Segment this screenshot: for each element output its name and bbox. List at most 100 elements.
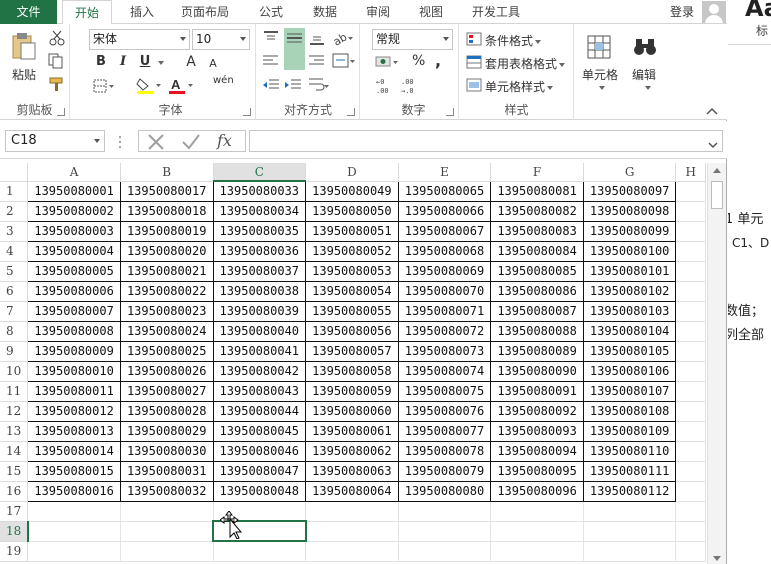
cell[interactable]: 13950080069 xyxy=(397,260,492,282)
cell[interactable]: 13950080074 xyxy=(397,360,492,382)
cell[interactable] xyxy=(675,481,706,502)
decrease-indent-icon[interactable] xyxy=(262,78,280,92)
cell[interactable]: 13950080031 xyxy=(119,460,214,482)
cell[interactable]: 13950080019 xyxy=(119,220,214,242)
cell[interactable]: 13950080112 xyxy=(582,480,677,502)
expand-formula-bar-icon[interactable] xyxy=(708,138,718,149)
conditional-format-icon[interactable] xyxy=(466,32,482,46)
cell[interactable]: 13950080020 xyxy=(119,240,214,262)
bottom-align-icon[interactable] xyxy=(308,30,326,46)
cell[interactable]: 13950080090 xyxy=(490,360,584,382)
confirm-entry-icon[interactable] xyxy=(181,133,201,151)
cell[interactable]: 13950080018 xyxy=(119,200,214,222)
row-header[interactable]: 15 xyxy=(0,461,29,482)
cell[interactable]: 13950080067 xyxy=(397,220,492,242)
cell[interactable] xyxy=(675,541,706,562)
cell[interactable]: 13950080077 xyxy=(397,420,492,442)
row-header[interactable]: 8 xyxy=(0,321,29,342)
cell[interactable]: 13950080080 xyxy=(397,480,492,502)
row-header[interactable]: 17 xyxy=(0,501,29,522)
paste-icon[interactable] xyxy=(11,32,37,60)
cell[interactable] xyxy=(490,521,584,542)
cell[interactable]: 13950080006 xyxy=(27,280,121,302)
row-header[interactable]: 7 xyxy=(0,301,29,322)
cell[interactable]: 13950080055 xyxy=(305,300,399,322)
row-header[interactable]: 18 xyxy=(0,521,29,542)
cell[interactable] xyxy=(398,541,492,562)
column-header[interactable]: E xyxy=(398,163,492,182)
cell[interactable]: 13950080017 xyxy=(119,180,214,202)
cell[interactable]: 13950080003 xyxy=(27,220,121,242)
editing-button[interactable]: 编辑 xyxy=(632,66,656,83)
cell[interactable]: 13950080023 xyxy=(119,300,214,322)
column-header[interactable]: G xyxy=(583,163,677,182)
cell[interactable] xyxy=(675,321,706,342)
editing-dropdown-icon[interactable] xyxy=(645,86,651,90)
cell[interactable]: 13950080109 xyxy=(582,420,677,442)
cell[interactable]: 13950080001 xyxy=(27,180,121,202)
cell[interactable]: 13950080087 xyxy=(490,300,584,322)
column-header[interactable]: B xyxy=(120,163,214,182)
cell[interactable] xyxy=(675,201,706,222)
row-header[interactable]: 1 xyxy=(0,181,29,202)
cell[interactable]: 13950080093 xyxy=(490,420,584,442)
cell[interactable]: 13950080054 xyxy=(305,280,399,302)
cell[interactable]: 13950080015 xyxy=(27,460,121,482)
conditional-format-button[interactable]: 条件格式 xyxy=(485,32,542,49)
cell[interactable]: 13950080068 xyxy=(397,240,492,262)
cell[interactable] xyxy=(583,521,677,542)
cell[interactable]: 13950080062 xyxy=(305,440,399,462)
format-as-table-button[interactable]: 套用表格格式 xyxy=(485,55,566,72)
font-color-icon[interactable]: A xyxy=(168,77,194,94)
cell[interactable]: 13950080045 xyxy=(212,420,307,442)
column-header[interactable]: C xyxy=(213,163,307,182)
cell[interactable]: 13950080036 xyxy=(212,240,307,262)
cell[interactable]: 13950080037 xyxy=(212,260,307,282)
number-format-select[interactable]: 常规 xyxy=(372,29,453,50)
cell[interactable] xyxy=(305,541,399,562)
cell[interactable]: 13950080042 xyxy=(212,360,307,382)
row-header[interactable]: 13 xyxy=(0,421,29,442)
cell[interactable] xyxy=(398,501,492,522)
cell[interactable]: 13950080012 xyxy=(27,400,121,422)
cell[interactable]: 13950080066 xyxy=(397,200,492,222)
cell[interactable]: 13950080081 xyxy=(490,180,584,202)
cell[interactable] xyxy=(675,301,706,322)
column-header[interactable]: F xyxy=(490,163,584,182)
cell[interactable] xyxy=(675,401,706,422)
cell[interactable]: 13950080071 xyxy=(397,300,492,322)
format-painter-icon[interactable] xyxy=(48,76,66,92)
row-header[interactable]: 5 xyxy=(0,261,29,282)
tab-home[interactable]: 开始 xyxy=(62,0,112,25)
cell[interactable]: 13950080064 xyxy=(305,480,399,502)
column-header[interactable]: D xyxy=(305,163,399,182)
scroll-thumb[interactable] xyxy=(711,181,723,209)
cell[interactable]: 13950080050 xyxy=(305,200,399,222)
comma-button[interactable]: , xyxy=(435,51,441,70)
cell[interactable]: 13950080016 xyxy=(27,480,121,502)
cell[interactable]: 13950080111 xyxy=(582,460,677,482)
cell[interactable] xyxy=(675,261,706,282)
worksheet-grid[interactable]: ABCDEFGH 1 13950080001 13950080017 13950080… xyxy=(0,163,706,564)
bold-button[interactable]: B xyxy=(92,53,110,71)
cell[interactable]: 13950080029 xyxy=(119,420,214,442)
cell[interactable]: 13950080088 xyxy=(490,320,584,342)
cell[interactable] xyxy=(675,281,706,302)
cell[interactable]: 13950080072 xyxy=(397,320,492,342)
cell[interactable] xyxy=(675,381,706,402)
cell[interactable] xyxy=(27,501,121,522)
font-name-select[interactable]: 宋体 xyxy=(89,29,190,50)
format-as-table-icon[interactable] xyxy=(466,55,482,69)
cell[interactable] xyxy=(305,501,399,522)
cell[interactable]: 13950080082 xyxy=(490,200,584,222)
collapse-ribbon-icon[interactable] xyxy=(706,104,718,115)
phonetic-button[interactable]: wén xyxy=(213,75,234,86)
align-left-icon[interactable] xyxy=(262,54,280,68)
scroll-down-icon[interactable] xyxy=(713,556,721,561)
cell[interactable]: 13950080030 xyxy=(119,440,214,462)
cell[interactable]: 13950080014 xyxy=(27,440,121,462)
grow-font-button[interactable]: A xyxy=(182,53,200,71)
cell[interactable] xyxy=(490,501,584,522)
fill-color-icon[interactable] xyxy=(136,77,162,94)
cell[interactable] xyxy=(675,421,706,442)
